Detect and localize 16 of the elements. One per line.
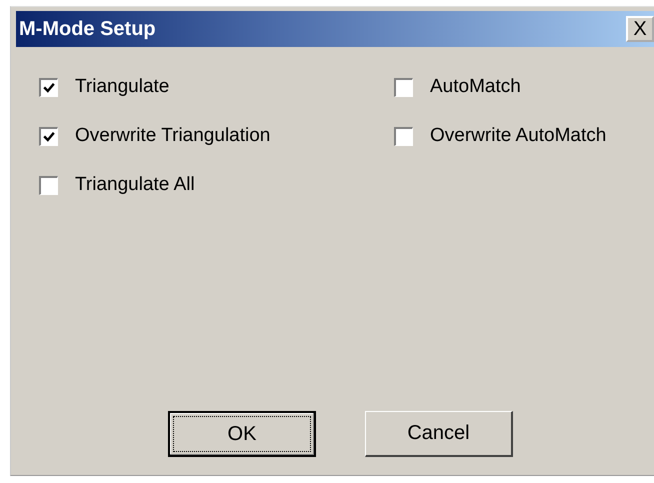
dialog-button[interactable]: Cancel (365, 411, 513, 457)
check-icon (43, 130, 55, 142)
checkbox-label: AutoMatch (430, 76, 521, 98)
checkbox[interactable] (39, 126, 58, 146)
checkbox-label: Overwrite Triangulation (75, 125, 270, 147)
checkbox[interactable] (394, 126, 413, 146)
checkbox-label: Overwrite AutoMatch (430, 125, 606, 147)
dialog-button[interactable]: OK (168, 411, 316, 457)
checkbox-label: Triangulate (75, 76, 170, 98)
checkbox[interactable] (39, 78, 58, 96)
checkbox-label: Triangulate All (75, 174, 195, 196)
check-icon (43, 82, 55, 94)
checkbox[interactable] (39, 176, 58, 194)
checkbox[interactable] (394, 78, 413, 96)
close-button[interactable]: X (626, 16, 654, 42)
window-title: M-Mode Setup (19, 18, 156, 40)
